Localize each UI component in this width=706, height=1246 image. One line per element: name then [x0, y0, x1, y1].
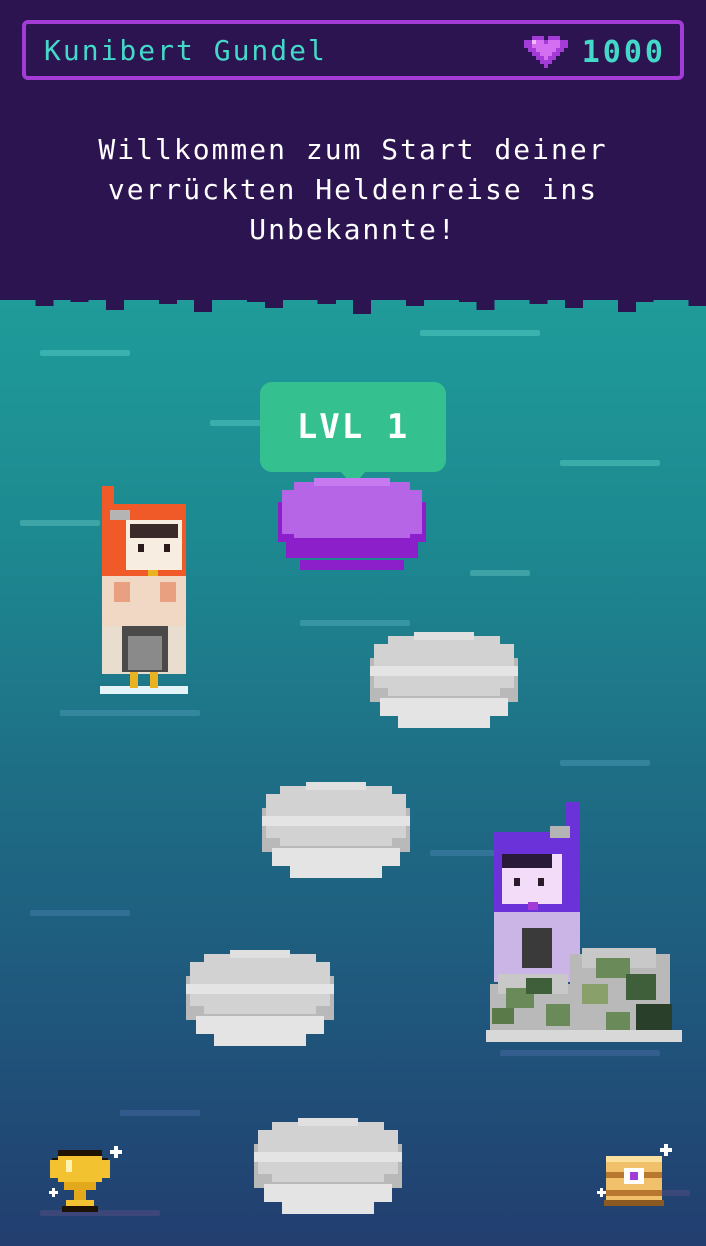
level-stone-locked[interactable]	[370, 632, 518, 730]
header-jagged-edge	[0, 288, 706, 314]
level-stone-active[interactable]	[278, 478, 426, 574]
level-stone-locked[interactable]	[186, 950, 334, 1048]
heart-gem-icon	[523, 36, 568, 68]
level-stone-locked[interactable]	[254, 1118, 402, 1216]
hero-character	[100, 486, 188, 694]
trophy-icon[interactable]	[46, 1144, 128, 1218]
level-tooltip[interactable]: LVL 1	[260, 382, 446, 486]
gem-count: 1000	[581, 34, 666, 70]
player-status-bar: Kunibert Gundel 1000	[22, 20, 684, 80]
game-screen: Kunibert Gundel 1000 Willkommen zum Star…	[0, 0, 706, 1246]
treasure-chest-icon[interactable]	[594, 1142, 678, 1208]
player-name: Kunibert Gundel	[44, 34, 327, 67]
welcome-message: Willkommen zum Start deiner verrückten H…	[98, 133, 608, 246]
mossy-rocks	[486, 948, 682, 1042]
gem-counter: 1000	[520, 32, 666, 72]
level-stone-locked[interactable]	[262, 782, 410, 880]
header-panel: Kunibert Gundel 1000 Willkommen zum Star…	[0, 0, 706, 300]
